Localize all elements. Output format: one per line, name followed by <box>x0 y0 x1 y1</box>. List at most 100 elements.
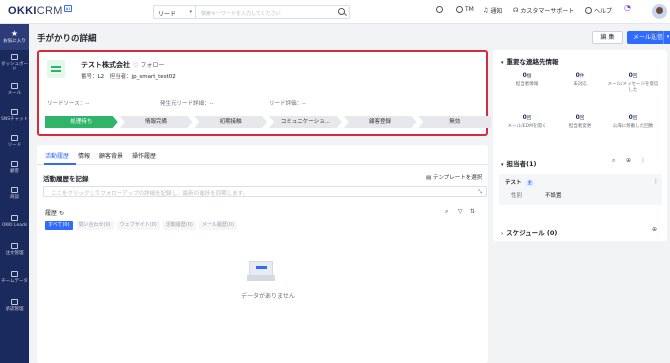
sidebar-item-approval[interactable]: 承認管理 <box>0 292 29 318</box>
activity-tabs: 活動履歴 情報 顧客背景 操作履歴 <box>45 151 156 160</box>
stage-info-complete[interactable]: 情報完備 <box>120 116 193 128</box>
stage-communication[interactable]: コミュニケーショ... <box>269 116 342 128</box>
activity-note-input[interactable]: ここをクリックしてフォローアップの詳細を記録し、最新の進捗を同期します。 ⤡ <box>43 186 487 197</box>
notification-button[interactable]: ♫ 通知 <box>483 6 502 15</box>
settings-icon[interactable] <box>436 6 443 13</box>
filter-mail[interactable]: メール履歴(0) <box>198 221 237 230</box>
select-template-button[interactable]: ▤ テンプレートを選択 <box>426 173 482 181</box>
more-icon[interactable]: ⋮ <box>652 31 659 39</box>
owner-name: テスト主 <box>505 180 535 186</box>
add-icon[interactable]: ⊕ <box>652 226 657 233</box>
lead-icon <box>11 134 18 141</box>
main-content: 手がかりの詳細 編 集 メール送信 ▾ ⋮ テスト株式会社 ♡ フォロー 番号：L… <box>29 24 670 363</box>
search-scope-select[interactable]: リード ▾ <box>153 5 195 19</box>
sidebar-item-orders[interactable]: 注文管理 <box>0 236 29 262</box>
stage-customer-registration[interactable]: 顧客登録 <box>344 116 417 128</box>
stat-public-moves: 0回 公海に移動した回数 <box>612 114 654 129</box>
sidebar-item-customers[interactable]: 顧客 <box>0 154 29 180</box>
stage-initial-contact[interactable]: 初期接触 <box>194 116 267 128</box>
active-tab-indicator <box>44 163 76 165</box>
record-activity-title: 活動履歴を記録 <box>43 175 89 183</box>
chevron-down-icon: ▾ <box>501 162 504 168</box>
star-icon: ★ <box>10 29 19 38</box>
search-icon[interactable]: ⌕ <box>612 157 615 165</box>
edit-button[interactable]: 編 集 <box>592 31 623 44</box>
search-icon[interactable] <box>338 8 345 15</box>
tab-activity-history[interactable]: 活動履歴 <box>45 151 69 160</box>
lead-summary-card: テスト株式会社 ♡ フォロー 番号：L2 担当者：jp_smart_test02… <box>37 50 492 136</box>
lead-rating-field: リード評価：-- <box>269 101 306 107</box>
sidebar-item-dashboard[interactable]: ダッシュボード <box>0 50 29 76</box>
refresh-icon[interactable]: ↻ <box>59 210 64 217</box>
team-data-icon <box>11 270 18 277</box>
filter-icon[interactable]: ▽ <box>458 208 463 215</box>
stat-owner-changes: 0回 担当者変更 <box>568 114 592 129</box>
activity-card: 活動履歴 情報 顧客背景 操作履歴 活動履歴を記録 ▤ テンプレートを選択 ここ… <box>37 145 488 363</box>
avatar[interactable] <box>652 4 667 19</box>
lead-type-icon <box>47 60 65 78</box>
document-icon: ▤ <box>426 175 432 181</box>
search-icon[interactable]: ⌕ <box>445 208 448 216</box>
filter-activity[interactable]: 活動履歴(0) <box>162 221 196 230</box>
more-icon[interactable]: ⋮ <box>653 178 659 185</box>
headset-icon: ☊ <box>513 7 519 14</box>
sidebar-item-okki-leads[interactable]: OKKI Leads <box>0 206 29 236</box>
lead-source-field: リードソース：-- <box>47 101 90 107</box>
follow-button[interactable]: ♡ フォロー <box>133 60 164 69</box>
support-button[interactable]: ☊ カスタマーサポート <box>513 6 574 15</box>
filter-website[interactable]: ウェブサイト(0) <box>116 221 160 230</box>
user-icon <box>456 6 463 13</box>
help-icon <box>585 7 592 14</box>
sort-icon[interactable]: ⇅ <box>470 208 475 215</box>
origin-detail-field: 発生元リード詳細：-- <box>160 101 214 107</box>
tab-info[interactable]: 情報 <box>78 151 90 160</box>
chevron-down-icon[interactable]: ▾ <box>663 31 670 44</box>
bell-icon: ♫ <box>483 7 489 14</box>
help-button[interactable]: ヘルプ <box>585 6 612 15</box>
add-icon[interactable]: ⊕ <box>626 157 631 164</box>
ai-assistant-icon[interactable]: ◔ <box>624 3 631 12</box>
dashboard-icon <box>11 54 18 60</box>
user-menu[interactable]: TM <box>456 6 474 13</box>
stage-pipeline: 処理待ち 情報完備 初期接触 コミュニケーショ... 顧客登録 無効 <box>45 116 492 128</box>
sidebar-item-mail[interactable]: メール <box>0 76 29 102</box>
history-title: 履歴 ↻ <box>45 210 64 217</box>
global-search-input[interactable]: 検索キーワードを入力してください <box>195 5 350 19</box>
sidebar-item-sns-chat[interactable]: SNSチャット <box>0 102 29 128</box>
top-bar: OKKICRM AI リード ▾ 検索キーワードを入力してください TM ♫ 通知 ☊… <box>0 0 670 24</box>
expand-icon[interactable]: ⤡ <box>478 189 482 195</box>
company-name: テスト株式会社 <box>81 61 130 69</box>
heart-icon: ♡ <box>133 62 139 69</box>
gender-value: 不設置 <box>545 193 562 199</box>
stat-opens: 0回 メール/EDMを開く <box>507 114 547 129</box>
sidebar: ★ お気に入り ダッシュボード メール SNSチャット リード 顧客 商談 OKK… <box>0 24 29 363</box>
okki-crm-logo[interactable]: OKKICRM AI <box>8 5 73 17</box>
sidebar-item-leads[interactable]: リード <box>0 128 29 154</box>
empty-state-text: データがありません <box>241 293 295 300</box>
filter-inquiry[interactable]: 問い合わせ(0) <box>75 221 114 230</box>
tab-operation-history[interactable]: 操作履歴 <box>132 151 156 160</box>
sidebar-item-favorites[interactable]: ★ お気に入り <box>0 24 29 50</box>
more-icon[interactable]: ⋮ <box>640 157 646 164</box>
stat-unhandled: 0件 未対応 <box>573 72 587 87</box>
chevron-down-icon: ▾ <box>501 60 504 66</box>
chat-icon <box>11 108 18 115</box>
contact-info-title[interactable]: ▾ 重要な連絡先情報 <box>501 56 559 66</box>
empty-box-icon <box>247 259 277 283</box>
sidebar-item-team-data[interactable]: チームデータ <box>0 262 29 292</box>
stat-contacts: 0個 担当者情報 <box>515 72 539 87</box>
deal-icon <box>11 186 18 193</box>
tab-divider <box>37 164 488 165</box>
mail-icon <box>11 82 18 89</box>
stat-received: 0回 メール/メッセージを受信した <box>607 72 659 93</box>
tab-customer-background[interactable]: 顧客背景 <box>99 151 123 160</box>
send-mail-button[interactable]: メール送信 ▾ <box>627 31 670 44</box>
owners-title[interactable]: ▾ 担当者(1) <box>501 158 536 168</box>
stage-pending[interactable]: 処理待ち <box>45 116 118 128</box>
stage-invalid[interactable]: 無効 <box>418 116 492 128</box>
schedule-title[interactable]: › スケジュール (0) <box>501 227 557 237</box>
chevron-down-icon: ▾ <box>189 9 192 15</box>
sidebar-item-deals[interactable]: 商談 <box>0 180 29 206</box>
page-title: 手がかりの詳細 <box>37 34 97 44</box>
filter-all[interactable]: すべて(0) <box>45 221 73 230</box>
